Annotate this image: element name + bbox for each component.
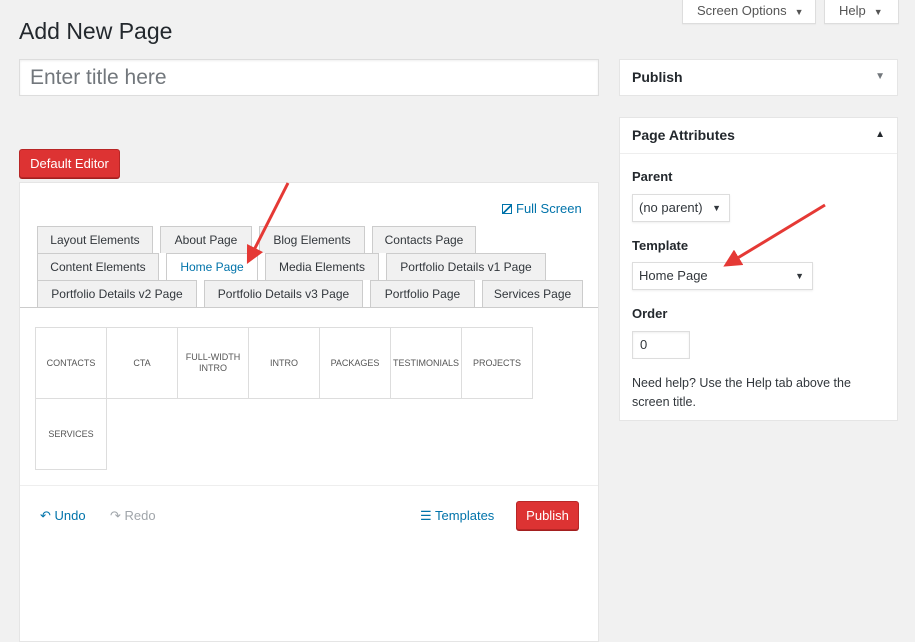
element-services[interactable]: SERVICES (35, 398, 107, 470)
templates-button[interactable]: ☰ Templates (420, 508, 494, 524)
parent-label: Parent (632, 169, 673, 184)
screen-options-label: Screen Options (697, 3, 787, 18)
chevron-down-icon: ▼ (795, 271, 804, 281)
default-editor-button[interactable]: Default Editor (19, 149, 120, 178)
help-text: Need help? Use the Help tab above the sc… (632, 376, 851, 409)
help-button[interactable]: Help ▼ (824, 0, 899, 24)
undo-button[interactable]: ↶ Undo (40, 508, 86, 524)
panel-toggle-down-icon[interactable]: ▼ (875, 71, 885, 82)
templates-label: Templates (435, 508, 495, 523)
template-label: Template (632, 238, 689, 253)
publish-panel: Publish ▼ (619, 59, 898, 96)
template-select-value: Home Page (639, 268, 708, 283)
tab-contacts-page[interactable]: Contacts Page (372, 226, 476, 253)
screen-options-button[interactable]: Screen Options ▼ (682, 0, 816, 24)
tab-blog-elements[interactable]: Blog Elements (259, 226, 365, 253)
page-attributes-panel: Page Attributes ▲ Parent (no parent) ▼ Te… (619, 117, 898, 421)
tab-portfolio-page[interactable]: Portfolio Page (370, 280, 475, 307)
redo-button[interactable]: ↷ Redo (110, 508, 156, 524)
order-label: Order (632, 306, 668, 321)
panel-toggle-up-icon[interactable]: ▲ (875, 129, 885, 140)
title-input[interactable]: Enter title here (19, 59, 599, 96)
tab-content-elements[interactable]: Content Elements (37, 253, 159, 280)
tab-portfolio-details-v1[interactable]: Portfolio Details v1 Page (386, 253, 546, 280)
full-screen-link[interactable]: Full Screen (502, 201, 582, 216)
element-projects[interactable]: PROJECTS (461, 327, 533, 399)
publish-panel-title: Publish (632, 69, 683, 85)
template-select[interactable]: Home Page ▼ (632, 262, 813, 290)
parent-select-value: (no parent) (639, 200, 703, 215)
order-input[interactable]: 0 (632, 331, 690, 359)
tab-portfolio-details-v2[interactable]: Portfolio Details v2 Page (37, 280, 197, 307)
templates-icon: ☰ (420, 508, 432, 523)
undo-icon: ↶ (40, 508, 51, 523)
element-packages[interactable]: PACKAGES (319, 327, 391, 399)
element-testimonials[interactable]: TESTIMONIALS (390, 327, 462, 399)
tab-media-elements[interactable]: Media Elements (265, 253, 379, 280)
caret-down-icon: ▼ (794, 7, 804, 17)
element-cta[interactable]: CTA (106, 327, 178, 399)
redo-icon: ↷ (110, 508, 121, 523)
divider (20, 485, 598, 486)
page-title: Add New Page (19, 18, 173, 44)
help-label: Help (839, 3, 866, 18)
tab-services-page[interactable]: Services Page (482, 280, 583, 307)
tab-divider (20, 307, 598, 308)
caret-down-icon: ▼ (873, 7, 883, 17)
element-intro[interactable]: INTRO (248, 327, 320, 399)
tab-home-page[interactable]: Home Page (166, 253, 258, 281)
full-screen-label: Full Screen (516, 201, 582, 216)
tab-about-page[interactable]: About Page (160, 226, 252, 253)
tab-portfolio-details-v3[interactable]: Portfolio Details v3 Page (204, 280, 363, 307)
page-attributes-title: Page Attributes (620, 118, 897, 154)
chevron-down-icon: ▼ (712, 203, 721, 213)
element-full-width-intro[interactable]: FULL-WIDTH INTRO (177, 327, 249, 399)
fullscreen-icon (502, 204, 512, 214)
page-builder: Full Screen Layout Elements About Page B… (19, 182, 599, 642)
tab-layout-elements[interactable]: Layout Elements (37, 226, 153, 253)
redo-label: Redo (124, 508, 156, 523)
undo-label: Undo (54, 508, 86, 523)
parent-select[interactable]: (no parent) ▼ (632, 194, 730, 222)
element-contacts[interactable]: CONTACTS (35, 327, 107, 399)
publish-button[interactable]: Publish (516, 501, 579, 530)
